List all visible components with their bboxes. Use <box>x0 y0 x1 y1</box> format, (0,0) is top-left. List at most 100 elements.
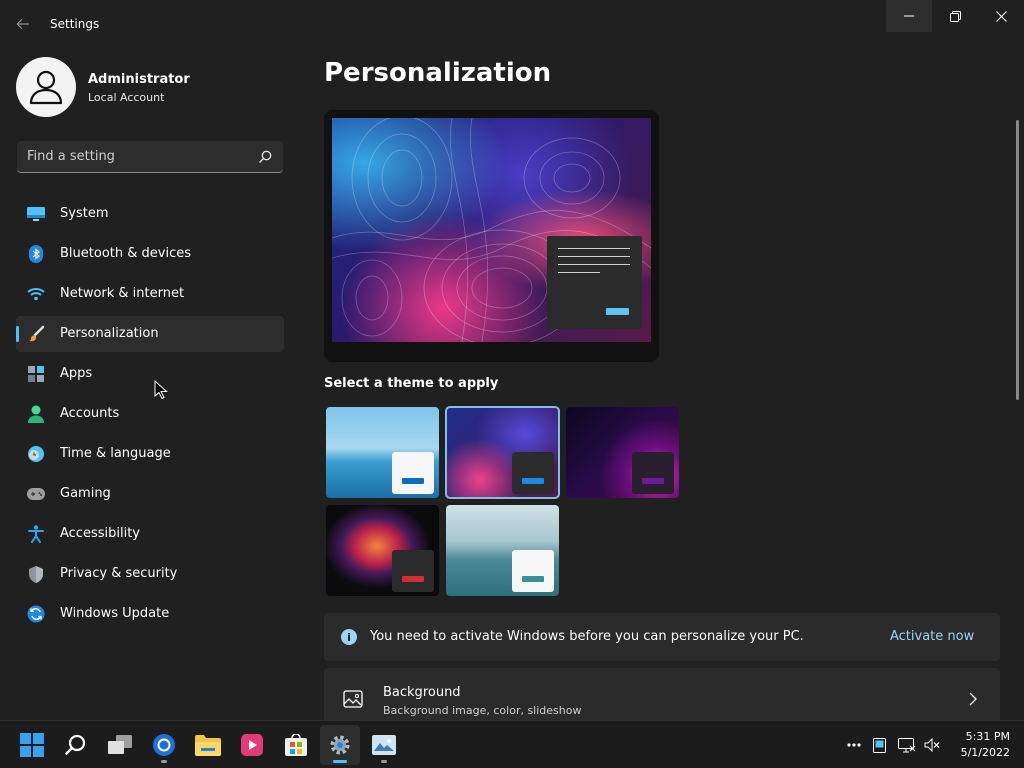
network-icon <box>898 737 916 752</box>
shield-icon <box>27 565 45 583</box>
sidebar-item-label: Bluetooth & devices <box>60 246 191 261</box>
taskbar: 5:31 PM 5/1/2022 <box>0 720 1024 768</box>
gamepad-icon <box>27 485 45 503</box>
person-icon <box>27 405 45 423</box>
image-icon <box>343 690 363 708</box>
activation-infobar: i You need to activate Windows before yo… <box>324 613 1000 661</box>
preview-line <box>558 256 630 257</box>
taskbar-app-file-explorer[interactable] <box>188 725 228 765</box>
photos-icon <box>372 735 396 755</box>
preview-line <box>558 264 630 265</box>
bluetooth-icon <box>27 245 45 263</box>
network-status-button[interactable] <box>896 733 918 757</box>
theme-tile-flow[interactable] <box>446 505 559 596</box>
taskbar-search-button[interactable] <box>56 725 96 765</box>
scrollbar[interactable] <box>1016 120 1019 400</box>
sidebar-item-network[interactable]: Network & internet <box>16 276 284 312</box>
theme-heading: Select a theme to apply <box>324 376 499 391</box>
taskbar-app-store[interactable] <box>276 725 316 765</box>
start-button[interactable] <box>12 725 52 765</box>
theme-window-sample <box>392 550 434 592</box>
show-hidden-icons-button[interactable] <box>844 733 864 757</box>
theme-window-sample <box>632 452 674 494</box>
sidebar-item-accounts[interactable]: Accounts <box>16 396 284 432</box>
sidebar-item-privacy[interactable]: Privacy & security <box>16 556 284 592</box>
update-icon <box>27 605 45 623</box>
chrome-icon <box>153 734 175 756</box>
sidebar-item-label: Time & language <box>60 446 171 461</box>
sidebar-item-label: Accessibility <box>60 526 140 541</box>
sidebar-item-system[interactable]: System <box>16 196 284 232</box>
search-icon <box>259 150 272 163</box>
avatar <box>16 57 76 117</box>
sidebar-item-label: Accounts <box>60 406 120 421</box>
activation-message: You need to activate Windows before you … <box>370 629 804 644</box>
sidebar-item-label: Network & internet <box>60 286 185 301</box>
activate-now-link[interactable]: Activate now <box>890 629 974 644</box>
gear-icon <box>330 735 350 755</box>
background-setting-card[interactable]: Background Background image, color, slid… <box>324 668 1000 724</box>
preview-line <box>558 272 600 273</box>
taskbar-app-settings[interactable] <box>320 725 360 765</box>
sidebar-item-apps[interactable]: Apps <box>16 356 284 392</box>
person-icon <box>29 70 63 105</box>
search-placeholder: Find a setting <box>27 149 115 164</box>
background-subtitle: Background image, color, slideshow <box>383 704 582 717</box>
clock-time: 5:31 PM <box>965 730 1010 743</box>
sidebar-item-label: Gaming <box>60 486 111 501</box>
theme-preview <box>324 110 659 362</box>
theme-tile-glow-selected[interactable] <box>445 406 560 499</box>
taskbar-app-chrome[interactable] <box>144 725 184 765</box>
taskbar-clock[interactable]: 5:31 PM 5/1/2022 <box>950 729 1010 761</box>
store-icon <box>285 734 307 756</box>
info-icon: i <box>341 629 357 645</box>
arrow-left-icon <box>16 18 29 30</box>
sidebar-item-label: Apps <box>60 366 93 381</box>
back-button[interactable] <box>10 12 36 36</box>
close-button[interactable] <box>978 0 1024 32</box>
windows-logo-icon <box>20 733 44 757</box>
folder-icon <box>195 735 221 756</box>
sidebar-item-label: Windows Update <box>60 606 170 621</box>
sidebar-item-label: System <box>60 206 109 221</box>
preview-window <box>547 236 642 329</box>
volume-muted-icon <box>924 738 940 752</box>
title-bar: Settings <box>0 0 1024 48</box>
wallpaper-preview <box>332 118 651 342</box>
media-player-icon <box>241 734 263 756</box>
search-icon <box>65 734 86 755</box>
clock-date: 5/1/2022 <box>960 746 1010 759</box>
theme-window-sample <box>512 452 554 494</box>
volume-button[interactable] <box>922 733 942 757</box>
minimize-button[interactable] <box>886 0 932 32</box>
sidebar-nav: System Bluetooth & devices Network & int… <box>16 196 284 636</box>
tablet-icon <box>872 737 886 753</box>
theme-tile-windows-light[interactable] <box>326 407 439 498</box>
app-title: Settings <box>50 17 100 31</box>
taskbar-app-media-player[interactable] <box>232 725 272 765</box>
theme-tile-windows-dark[interactable] <box>566 407 679 498</box>
system-icon <box>27 205 45 223</box>
chevron-right-icon <box>969 692 977 706</box>
sidebar-item-gaming[interactable]: Gaming <box>16 476 284 512</box>
user-name: Administrator <box>88 72 190 87</box>
taskbar-app-photos[interactable] <box>364 725 404 765</box>
sidebar-item-windows-update[interactable]: Windows Update <box>16 596 284 632</box>
brush-icon <box>27 325 45 343</box>
search-input[interactable]: Find a setting <box>17 141 283 173</box>
sidebar-item-bluetooth[interactable]: Bluetooth & devices <box>16 236 284 272</box>
sidebar-item-time-language[interactable]: Time & language <box>16 436 284 472</box>
running-indicator <box>381 760 387 763</box>
apps-icon <box>27 365 45 383</box>
theme-tile-captured-motion[interactable] <box>326 505 439 596</box>
tray-app-button[interactable] <box>870 733 888 757</box>
wifi-icon <box>27 285 45 303</box>
sidebar-item-accessibility[interactable]: Accessibility <box>16 516 284 552</box>
close-icon <box>995 10 1007 22</box>
preview-button <box>606 308 629 315</box>
restore-button[interactable] <box>932 0 978 32</box>
sidebar-item-personalization[interactable]: Personalization <box>16 316 284 352</box>
task-view-button[interactable] <box>100 725 140 765</box>
running-indicator <box>333 760 347 763</box>
running-indicator <box>161 760 167 763</box>
